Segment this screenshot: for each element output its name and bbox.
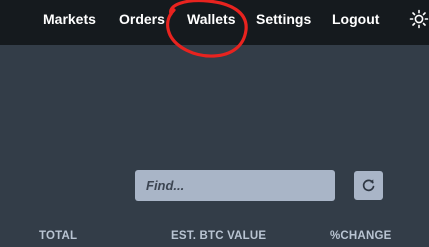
nav-link-orders[interactable]: Orders [119, 10, 165, 28]
page: Markets Orders Wallets Settings Logout F… [0, 0, 429, 247]
nav-link-markets[interactable]: Markets [43, 10, 96, 28]
top-navigation-bar: Markets Orders Wallets Settings Logout [0, 0, 429, 45]
sun-icon-graphic [409, 9, 429, 29]
column-header-total[interactable]: TOTAL [39, 229, 77, 243]
nav-link-settings[interactable]: Settings [256, 10, 311, 28]
nav-link-wallets[interactable]: Wallets [187, 10, 236, 28]
column-header-est-btc-value[interactable]: EST. BTC VALUE [171, 229, 266, 243]
refresh-icon [362, 179, 375, 192]
nav-link-logout[interactable]: Logout [332, 10, 379, 28]
column-header-percent-change[interactable]: %CHANGE [330, 229, 391, 243]
search-input[interactable] [135, 170, 335, 201]
sun-icon[interactable] [409, 9, 429, 29]
refresh-button[interactable] [354, 171, 383, 200]
